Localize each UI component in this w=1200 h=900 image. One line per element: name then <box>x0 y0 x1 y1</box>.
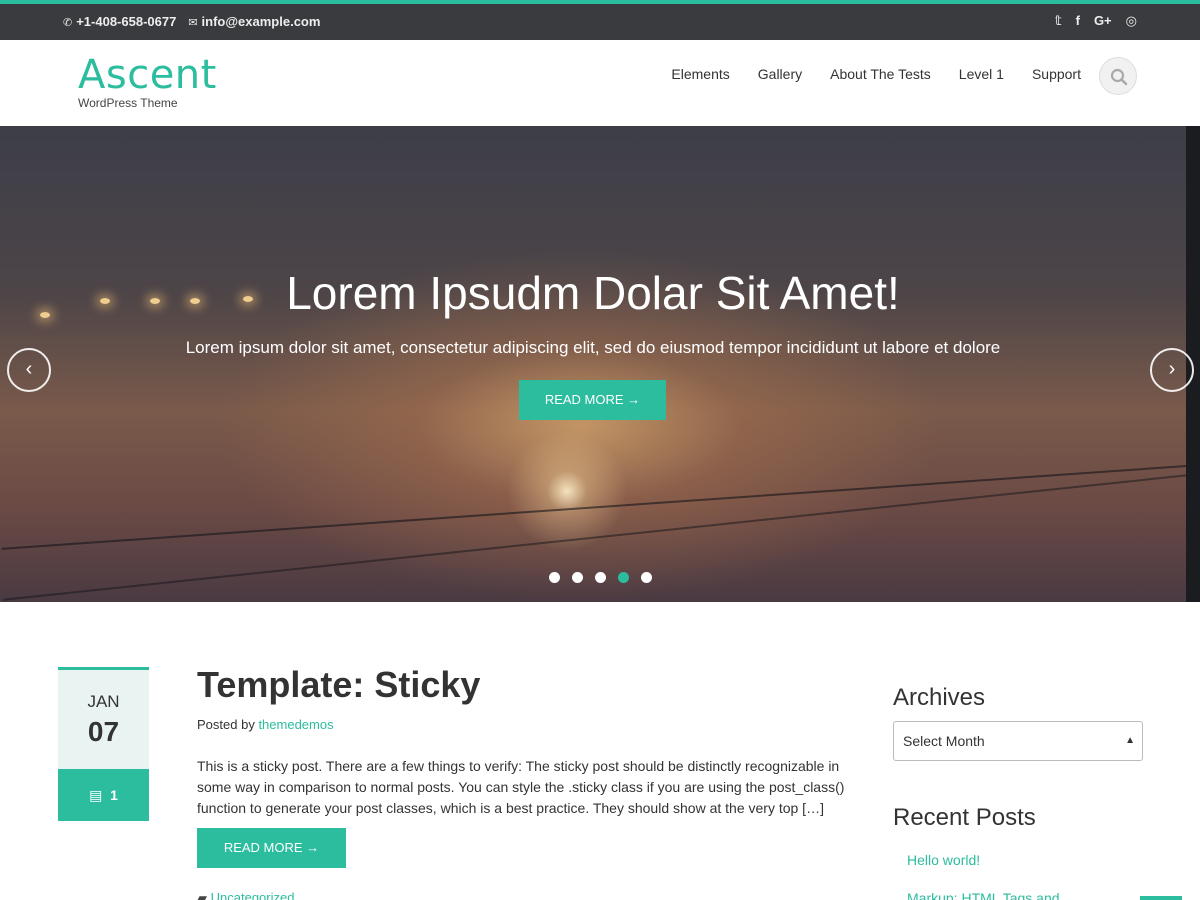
recent-posts-heading: Recent Posts <box>893 804 1036 831</box>
social-links: 𝕥 f G+ ◎ <box>1055 13 1137 29</box>
phone-text: +1-408-658-0677 <box>76 14 177 29</box>
site-tagline: WordPress Theme <box>78 96 178 110</box>
site-header: Ascent WordPress Theme Elements Gallery … <box>0 40 1200 126</box>
recent-post-link[interactable]: Markup: HTML Tags and <box>907 890 1060 900</box>
phone-icon: ✆ <box>63 17 73 29</box>
nav-item-about-the-tests[interactable]: About The Tests <box>830 66 931 82</box>
google-plus-icon[interactable]: G+ <box>1094 13 1112 29</box>
folder-icon: ▰ <box>197 890 207 900</box>
post-date: JAN 07 <box>58 667 149 769</box>
post-read-more-button[interactable]: READ MORE → <box>197 828 346 868</box>
post-day: 07 <box>87 716 120 747</box>
nav-item-support[interactable]: Support <box>1032 66 1081 82</box>
slider-dot[interactable] <box>549 572 560 583</box>
comment-count: 1 <box>110 787 118 803</box>
post-category-link[interactable]: ▰ Uncategorized <box>197 890 294 900</box>
twitter-icon[interactable]: 𝕥 <box>1055 13 1062 29</box>
chevron-left-icon: ‹ <box>25 358 33 380</box>
slider-dots <box>549 572 652 583</box>
email[interactable]: ✉ info@example.com <box>188 14 320 29</box>
site-name: Ascent <box>78 52 217 98</box>
slider-prev-button[interactable]: ‹ <box>7 348 51 392</box>
post-category-text: Uncategorized <box>210 890 295 900</box>
github-icon[interactable]: ◎ <box>1126 13 1137 29</box>
post-date-box: JAN 07 ▤ 1 <box>58 667 149 821</box>
select-caret-icon: ▲ <box>1125 735 1135 746</box>
comments-link[interactable]: ▤ 1 <box>58 769 149 821</box>
main-nav: Elements Gallery About The Tests Level 1… <box>671 66 1081 82</box>
slider-next-button[interactable]: › <box>1150 348 1194 392</box>
hero-subtitle: Lorem ipsum dolor sit amet, consectetur … <box>185 338 1001 357</box>
chevron-right-icon: › <box>1168 358 1176 380</box>
post-meta: Posted by themedemos <box>197 717 334 732</box>
hero-title: Lorem Ipsudm Dolar Sit Amet! <box>286 267 900 319</box>
search-button[interactable] <box>1099 57 1137 95</box>
archives-heading: Archives <box>893 684 986 711</box>
slider-dot[interactable] <box>595 572 606 583</box>
post-month: JAN <box>87 692 120 711</box>
archives-select[interactable]: Select Month ▲ <box>893 721 1143 761</box>
site-logo[interactable]: Ascent WordPress Theme <box>78 54 217 110</box>
post-title[interactable]: Template: Sticky <box>197 664 480 706</box>
nav-item-elements[interactable]: Elements <box>671 66 729 82</box>
email-text: info@example.com <box>201 14 321 29</box>
nav-item-gallery[interactable]: Gallery <box>758 66 802 82</box>
comment-icon: ▤ <box>89 787 103 803</box>
posted-by-label: Posted by <box>197 717 259 732</box>
post-excerpt: This is a sticky post. There are a few t… <box>197 758 845 816</box>
recent-post-link[interactable]: Hello world! <box>907 852 980 868</box>
top-bar: ✆ +1-408-658-0677 ✉ info@example.com 𝕥 f G… <box>0 0 1200 40</box>
hero-read-more-button[interactable]: READ MORE → <box>519 380 666 420</box>
slider-dot[interactable] <box>641 572 652 583</box>
back-to-top-button[interactable] <box>1140 896 1182 900</box>
archives-select-value: Select Month <box>903 733 985 749</box>
hero-slider: Lorem Ipsudm Dolar Sit Amet! Lorem ipsum… <box>0 126 1200 602</box>
envelope-icon: ✉ <box>188 17 198 29</box>
search-icon <box>1110 68 1128 86</box>
slider-dot[interactable] <box>572 572 583 583</box>
contact-info: ✆ +1-408-658-0677 ✉ info@example.com <box>63 14 320 29</box>
slider-dot-active[interactable] <box>618 572 629 583</box>
nav-item-level-1[interactable]: Level 1 <box>959 66 1004 82</box>
post-author-link[interactable]: themedemos <box>258 717 333 732</box>
facebook-icon[interactable]: f <box>1076 13 1080 29</box>
phone[interactable]: ✆ +1-408-658-0677 <box>63 14 176 29</box>
